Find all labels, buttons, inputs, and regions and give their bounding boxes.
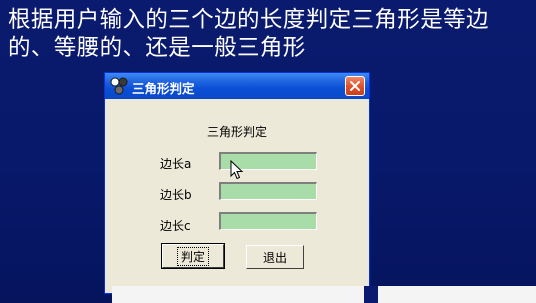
bottom-strip-gap [364, 286, 378, 303]
bottom-strip [112, 286, 536, 303]
side-c-label: 边长c [160, 219, 191, 233]
side-a-label: 边长a [160, 157, 192, 171]
side-b-label: 边长b [160, 188, 192, 202]
triangle-dialog-window: 三角形判定 三角形判定 边长a 边长b 边长c 判定 退出 [104, 72, 370, 294]
judge-button[interactable]: 判定 [161, 243, 225, 269]
slide-text-line-1: 根据用户输入的三个边的长度判定三角形是等边 [8, 7, 489, 33]
exit-button-label: 退出 [262, 250, 287, 265]
side-c-input[interactable] [219, 212, 317, 230]
slide-text-line-2: 的、等腰的、还是一般三角形 [8, 35, 306, 61]
triangle-app-icon [110, 77, 128, 95]
judge-button-label: 判定 [176, 246, 209, 266]
close-button[interactable] [345, 76, 365, 96]
close-icon [350, 81, 360, 91]
mouse-pointer-icon [230, 160, 244, 180]
window-titlebar[interactable]: 三角形判定 [105, 73, 369, 99]
side-b-input[interactable] [219, 182, 317, 200]
exit-button[interactable]: 退出 [246, 245, 304, 269]
slide-text: 根据用户输入的三个边的长度判定三角形是等边 的、等腰的、还是一般三角形 [8, 6, 533, 62]
window-title: 三角形判定 [132, 81, 195, 96]
dialog-heading: 三角形判定 [206, 125, 267, 139]
